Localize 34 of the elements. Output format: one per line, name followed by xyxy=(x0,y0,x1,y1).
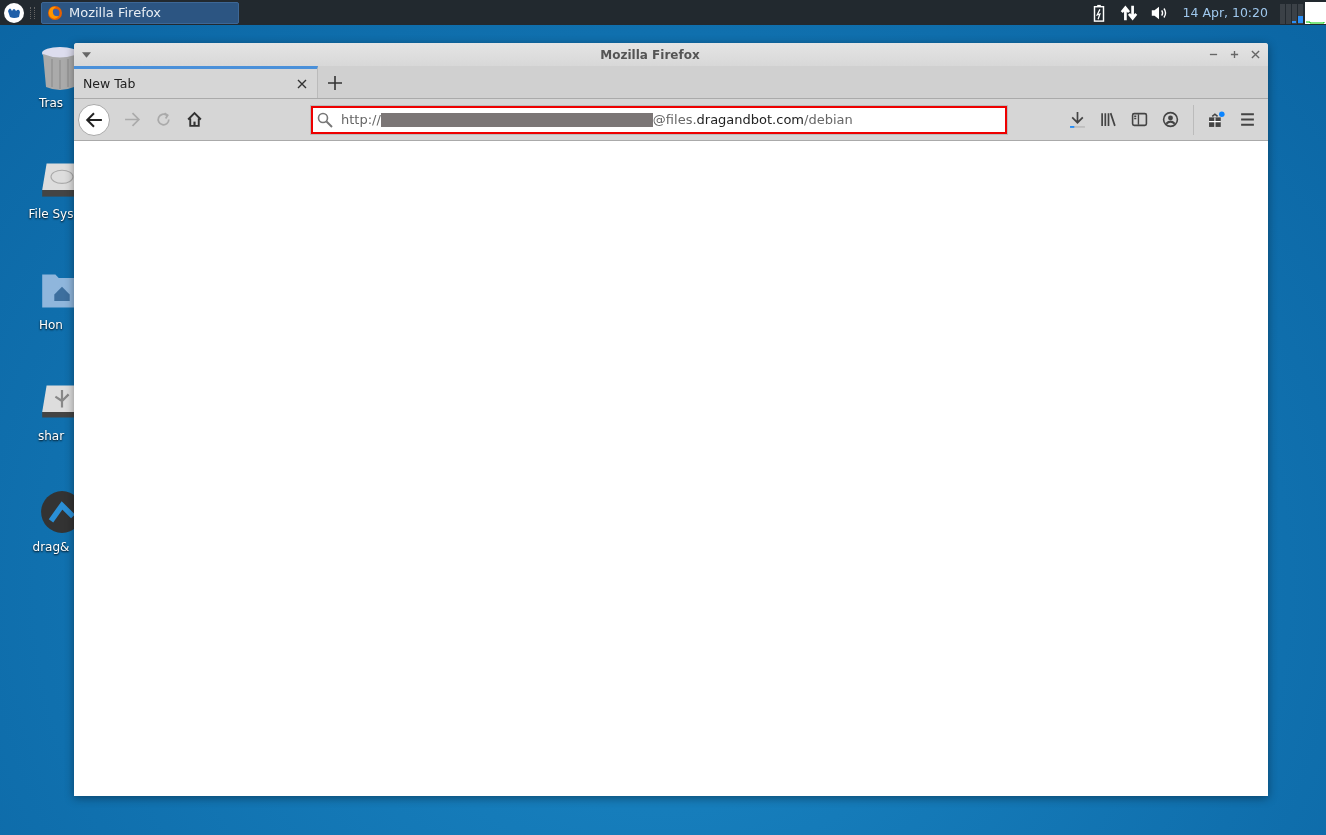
workspace-pager-drawing[interactable] xyxy=(1280,1,1326,24)
window-menu-icon[interactable] xyxy=(82,51,91,58)
sidebar-icon[interactable] xyxy=(1131,111,1148,128)
desktop-icon-label[interactable]: drag& xyxy=(32,540,70,554)
gift-icon[interactable] xyxy=(1208,111,1225,128)
browser-tab[interactable]: New Tab xyxy=(74,66,318,98)
clock[interactable]: 14 Apr, 10:20 xyxy=(1182,5,1268,20)
desktop-icon-label[interactable]: shar xyxy=(37,429,65,443)
url-host-prefix: @files. xyxy=(652,112,697,127)
url-domain: dragandbot.com xyxy=(696,112,805,127)
browser-logo-icon xyxy=(47,4,63,21)
maximize-icon[interactable] xyxy=(1230,50,1239,59)
address-bar[interactable]: http:// @files.dragandbot.com/debian xyxy=(311,105,1007,134)
home-icon[interactable] xyxy=(186,111,203,128)
close-icon[interactable] xyxy=(1251,50,1260,59)
search-icon xyxy=(317,111,333,128)
desktop-icon-label[interactable]: File Sys xyxy=(28,207,74,221)
close-tab-icon[interactable] xyxy=(297,78,307,89)
account-icon[interactable] xyxy=(1162,111,1179,128)
app-logo-icon[interactable] xyxy=(40,490,74,534)
network-icon[interactable] xyxy=(1119,3,1138,22)
desktop-icon-label[interactable]: Hon xyxy=(39,318,63,332)
taskbar-button[interactable]: Mozilla Firefox xyxy=(41,1,239,24)
url-path: /debian xyxy=(804,112,853,127)
desktop-icon-label[interactable]: Tras xyxy=(38,96,64,110)
back-button[interactable] xyxy=(78,103,110,136)
app-menu-icon[interactable] xyxy=(4,2,24,23)
back-arrow-icon xyxy=(85,110,103,129)
library-icon[interactable] xyxy=(1100,111,1117,128)
download-icon[interactable] xyxy=(1069,111,1086,128)
new-tab-icon[interactable] xyxy=(328,76,342,90)
url-scheme: http:// xyxy=(341,112,381,127)
window-title: Mozilla Firefox xyxy=(599,47,701,62)
menu-icon[interactable] xyxy=(1239,111,1256,128)
